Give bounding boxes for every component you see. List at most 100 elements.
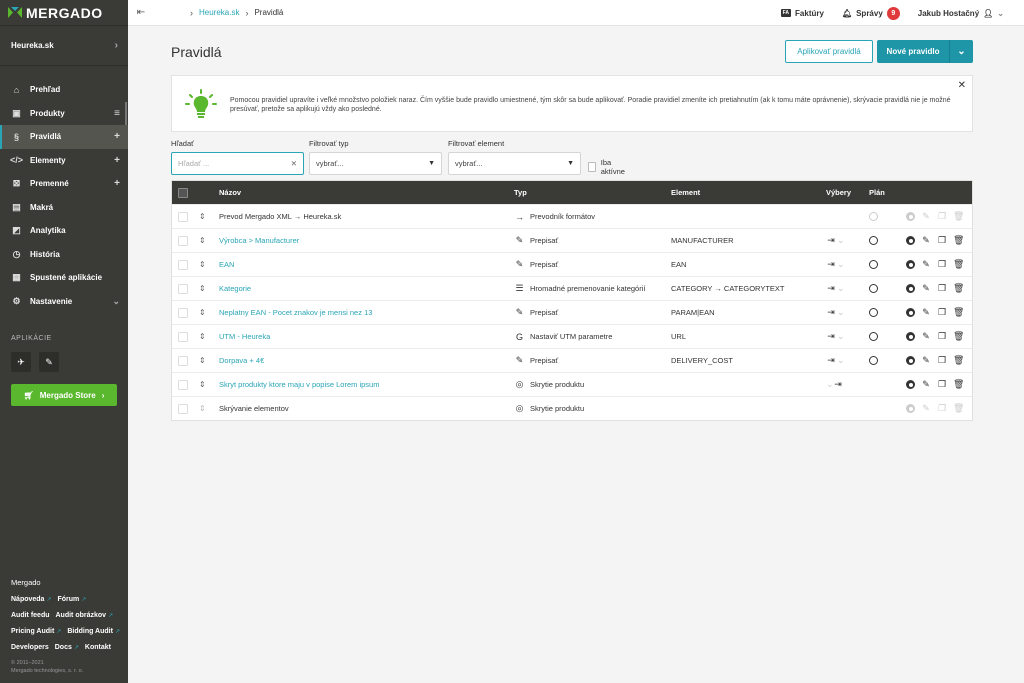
messages-link[interactable]: 🔔︎ Správy 9	[842, 6, 900, 20]
drag-handle-icon[interactable]: ⇕	[199, 229, 206, 252]
active-only-toggle[interactable]: Iba aktívne	[588, 158, 627, 176]
edit-icon[interactable]: ✎	[921, 355, 931, 366]
copy-icon[interactable]: ❐	[937, 259, 947, 270]
footer-link-docs[interactable]: Docs ↗	[55, 644, 79, 651]
trash-icon[interactable]: 🗑︎	[953, 379, 964, 390]
row-checkbox[interactable]	[178, 355, 188, 366]
toggle-active-icon[interactable]	[906, 356, 915, 365]
selection-icon[interactable]: ⇥	[826, 355, 836, 366]
table-row[interactable]: ⇕ Dorpava + 4€ ✎ Prepisať DELIVERY_COST …	[172, 348, 972, 372]
drag-handle-icon[interactable]: ⇕	[199, 205, 206, 228]
table-row[interactable]: ⇕ Kategorie ☰ Hromadné premenovanie kate…	[172, 276, 972, 300]
clock-icon[interactable]	[869, 236, 878, 245]
toggle-active-icon[interactable]	[906, 308, 915, 317]
table-row[interactable]: ⇕ Skrývanie elementov ◎ Skrytie produktu…	[172, 396, 972, 420]
table-row[interactable]: ⇕ Neplatny EAN - Pocet znakov je mensi n…	[172, 300, 972, 324]
sidebar-item-analytika[interactable]: ◩ Analytika	[0, 219, 128, 243]
copy-icon[interactable]: ❐	[937, 331, 947, 342]
breadcrumb-shop-link[interactable]: Heureka.sk	[199, 8, 239, 17]
new-rule-button[interactable]: Nové pravidlo ⌄	[877, 40, 973, 63]
table-row[interactable]: ⇕ EAN ✎ Prepisať EAN ⇥ ⌄ ✎ ❐ 🗑︎	[172, 252, 972, 276]
drag-handle-icon[interactable]: ⇕	[199, 253, 206, 276]
drag-handle-icon[interactable]: ⇕	[199, 373, 206, 396]
edit-icon[interactable]: ✎	[921, 307, 931, 318]
trash-icon[interactable]: 🗑︎	[953, 211, 964, 222]
drag-handle-icon[interactable]: ⇕	[199, 349, 206, 372]
footer-link-bidding-audit[interactable]: Bidding Audit ↗	[67, 628, 120, 635]
copy-icon[interactable]: ❐	[937, 283, 947, 294]
clock-icon[interactable]	[869, 284, 878, 293]
selection-icon[interactable]: ⇥	[826, 283, 836, 294]
footer-link-audit-obrazkov[interactable]: Audit obrázkov ↗	[56, 612, 114, 619]
edit-icon[interactable]: ✎	[921, 379, 931, 390]
shop-selector[interactable]: Heureka.sk ›	[0, 26, 128, 66]
app-brush-button[interactable]: ✎	[39, 352, 59, 372]
toggle-active-icon[interactable]	[906, 260, 915, 269]
drag-handle-icon[interactable]: ⇕	[199, 325, 206, 348]
toggle-active-icon[interactable]	[906, 284, 915, 293]
sidebar-item-makra[interactable]: ▤ Makrá	[0, 196, 128, 220]
exit-selection-icon[interactable]: ⇥	[833, 379, 843, 390]
selection-icon[interactable]: ⇥	[826, 331, 836, 342]
user-menu[interactable]: Jakub Hostačný 👤︎ ⌄	[918, 9, 1004, 18]
rule-name[interactable]: Neplatny EAN - Pocet znakov je mensi nez…	[219, 301, 372, 324]
collapse-sidebar-icon[interactable]: ⇤	[128, 0, 154, 26]
toggle-active-icon[interactable]	[906, 332, 915, 341]
edit-icon[interactable]: ✎	[921, 235, 931, 246]
rule-name[interactable]: Skryt produkty ktore maju v popise Lorem…	[219, 373, 379, 396]
plus-icon[interactable]: +	[114, 178, 120, 189]
edit-icon[interactable]: ✎	[921, 259, 931, 270]
copy-icon[interactable]: ❐	[937, 211, 947, 222]
sidebar-item-elementy[interactable]: </> Elementy +	[0, 149, 128, 173]
row-checkbox[interactable]	[178, 403, 188, 414]
element-select[interactable]: vybrať... ▼	[448, 152, 581, 175]
trash-icon[interactable]: 🗑︎	[953, 283, 964, 294]
copy-icon[interactable]: ❐	[937, 379, 947, 390]
copy-icon[interactable]: ❐	[937, 355, 947, 366]
edit-icon[interactable]: ✎	[921, 211, 931, 222]
invoices-link[interactable]: FA Faktúry	[780, 9, 824, 18]
apply-rules-button[interactable]: Aplikovať pravidlá	[785, 40, 873, 63]
clock-icon[interactable]	[869, 308, 878, 317]
drag-handle-icon[interactable]: ⇕	[199, 301, 206, 324]
table-row[interactable]: ⇕ UTM - Heureka G Nastaviť UTM parametre…	[172, 324, 972, 348]
table-row[interactable]: ⇕ Výrobca > Manufacturer ✎ Prepisať MANU…	[172, 228, 972, 252]
edit-icon[interactable]: ✎	[921, 331, 931, 342]
rule-name[interactable]: Kategorie	[219, 277, 251, 300]
drag-handle-icon[interactable]: ⇕	[199, 277, 206, 300]
sidebar-item-produkty[interactable]: ▣ Produkty ≡	[0, 101, 128, 125]
footer-link-forum[interactable]: Fórum ↗	[58, 596, 87, 603]
selection-icon[interactable]: ⇥	[826, 259, 836, 270]
footer-link-pricing-audit[interactable]: Pricing Audit ↗	[11, 628, 61, 635]
sidebar-item-prehlad[interactable]: ⌂ Prehľad	[0, 78, 128, 102]
table-row[interactable]: ⇕ Skryt produkty ktore maju v popise Lor…	[172, 372, 972, 396]
copy-icon[interactable]: ❐	[937, 235, 947, 246]
clock-icon[interactable]	[869, 332, 878, 341]
trash-icon[interactable]: 🗑︎	[953, 355, 964, 366]
rule-name[interactable]: Dorpava + 4€	[219, 349, 264, 372]
selection-icon[interactable]: ⇥	[826, 235, 836, 246]
toggle-active-icon[interactable]	[906, 404, 915, 413]
select-all-checkbox[interactable]	[178, 187, 188, 198]
trash-icon[interactable]: 🗑︎	[953, 331, 964, 342]
copy-icon[interactable]: ❐	[937, 307, 947, 318]
rule-name[interactable]: Výrobca > Manufacturer	[219, 229, 299, 252]
footer-link-developers[interactable]: Developers	[11, 644, 49, 651]
clock-icon[interactable]	[869, 260, 878, 269]
row-checkbox[interactable]	[178, 211, 188, 222]
sidebar-item-nastavenie[interactable]: ⚙ Nastavenie ⌄	[0, 290, 128, 314]
sidebar-item-premenne[interactable]: ⊠ Premenné +	[0, 172, 128, 196]
plus-icon[interactable]: +	[114, 131, 120, 142]
row-checkbox[interactable]	[178, 235, 188, 246]
toggle-active-icon[interactable]	[906, 212, 915, 221]
footer-link-napoveda[interactable]: Nápoveda ↗	[11, 596, 52, 603]
trash-icon[interactable]: 🗑︎	[953, 235, 964, 246]
footer-link-kontakt[interactable]: Kontakt	[85, 644, 111, 651]
logo[interactable]: MERGADO	[0, 0, 128, 26]
sidebar-item-historia[interactable]: ◷ História	[0, 243, 128, 267]
footer-link-audit-feedu[interactable]: Audit feedu	[11, 612, 50, 619]
table-row[interactable]: ⇕ Prevod Mergado XML → Heureka.sk → Prev…	[172, 204, 972, 228]
row-checkbox[interactable]	[178, 259, 188, 270]
scrollbar[interactable]	[125, 101, 127, 125]
sidebar-item-spustene-aplikacie[interactable]: ▦ Spustené aplikácie	[0, 266, 128, 290]
